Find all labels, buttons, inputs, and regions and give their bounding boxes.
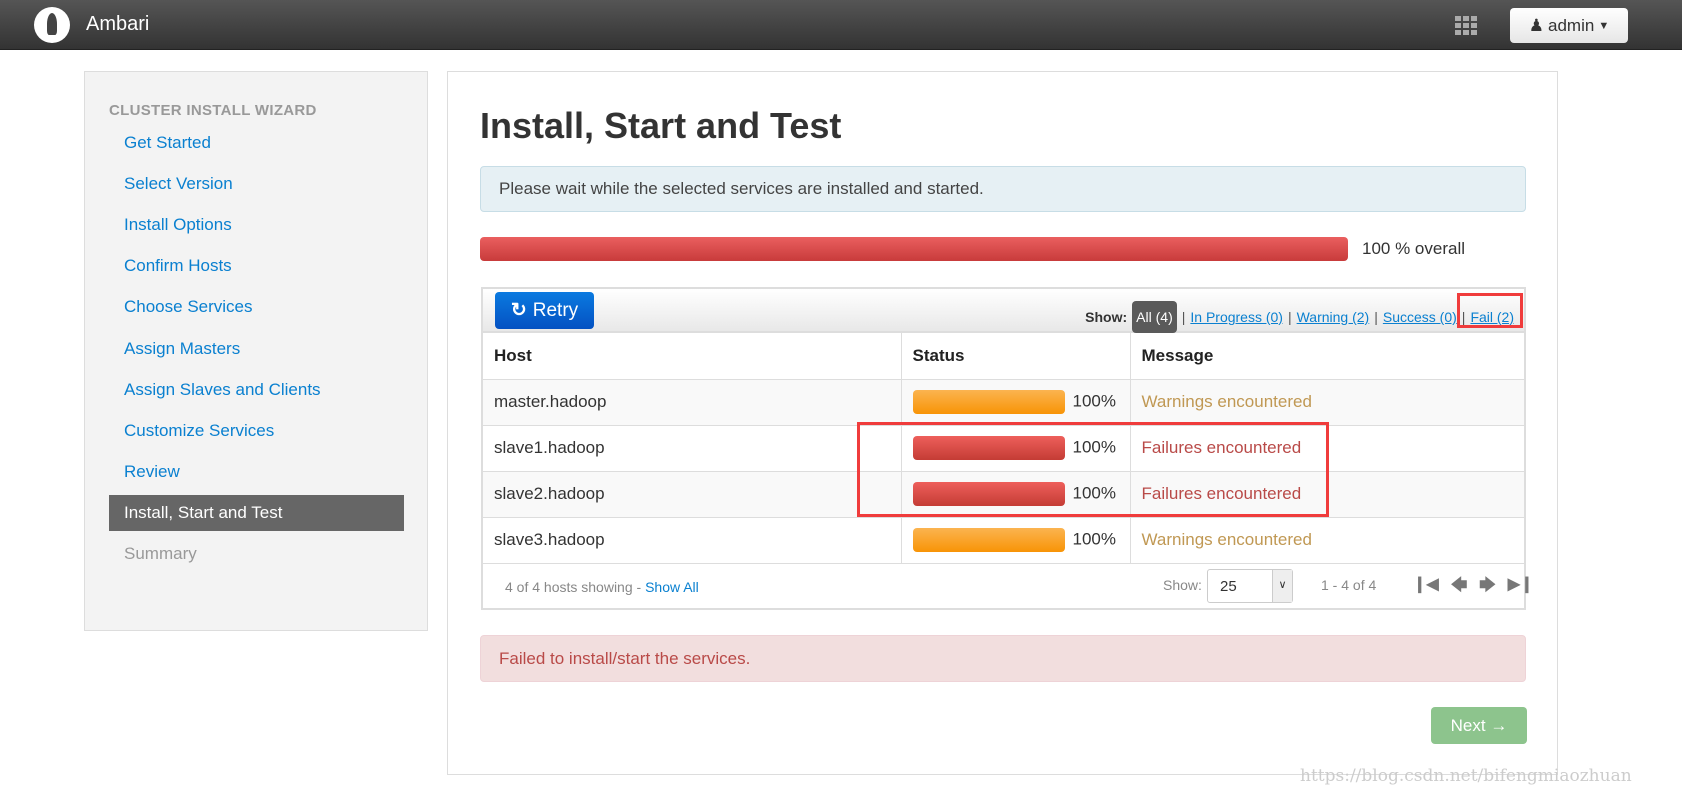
column-host[interactable]: Host bbox=[483, 333, 902, 380]
host-progress-text: 100% bbox=[1072, 529, 1116, 549]
sidebar-item-confirm-hosts[interactable]: Confirm Hosts bbox=[109, 248, 404, 284]
sidebar-item-review[interactable]: Review bbox=[109, 454, 404, 490]
page-size-select[interactable]: 25 ∨ bbox=[1207, 569, 1293, 603]
table-toolbar: ↻ Retry Show: All (4) | In Progress (0) … bbox=[483, 289, 1524, 333]
host-name[interactable]: slave3.hadoop bbox=[483, 517, 902, 564]
host-progress-bar bbox=[912, 390, 1065, 414]
watermark: https://blog.csdn.net/bifengmiaozhuan bbox=[1300, 766, 1632, 786]
page-title: Install, Start and Test bbox=[480, 105, 842, 146]
host-name[interactable]: slave2.hadoop bbox=[483, 471, 902, 518]
sidebar-item-summary: Summary bbox=[124, 544, 197, 563]
pager: ❙◀ 🡄 🡆 ▶❙ bbox=[1413, 574, 1534, 601]
sidebar-item-select-version[interactable]: Select Version bbox=[109, 166, 404, 202]
overall-progress-label: 100 % overall bbox=[1362, 239, 1466, 258]
overall-progress-bar bbox=[480, 237, 1348, 261]
user-icon: ♟ bbox=[1528, 15, 1545, 35]
caret-down-icon: ▼ bbox=[1598, 19, 1610, 32]
filter-success[interactable]: Success (0) bbox=[1383, 309, 1457, 325]
column-message[interactable]: Message bbox=[1130, 333, 1524, 380]
user-menu-button[interactable]: ♟ admin ▼ bbox=[1510, 8, 1628, 43]
top-navbar: Ambari ♟ admin ▼ bbox=[0, 0, 1682, 50]
separator: | bbox=[1287, 309, 1292, 325]
status-filters: Show: All (4) | In Progress (0) | Warnin… bbox=[1085, 301, 1514, 333]
first-page-icon[interactable]: ❙◀ bbox=[1413, 574, 1439, 601]
hosts-showing-text: 4 of 4 hosts showing - bbox=[505, 579, 646, 595]
show-all-link[interactable]: Show All bbox=[645, 579, 699, 595]
filter-in-progress[interactable]: In Progress (0) bbox=[1190, 309, 1283, 325]
brand-name[interactable]: Ambari bbox=[86, 13, 149, 36]
sidebar-item-assign-slaves-and-clients[interactable]: Assign Slaves and Clients bbox=[109, 372, 404, 408]
ambari-logo-icon[interactable] bbox=[34, 7, 70, 43]
sidebar-item-get-started[interactable]: Get Started bbox=[109, 125, 404, 161]
host-name[interactable]: master.hadoop bbox=[483, 379, 902, 426]
separator: | bbox=[1374, 309, 1378, 325]
sidebar-heading: CLUSTER INSTALL WIZARD bbox=[109, 102, 317, 119]
sidebar-item-assign-masters[interactable]: Assign Masters bbox=[109, 331, 404, 367]
column-status[interactable]: Status bbox=[901, 333, 1131, 380]
annotation-box-failed-rows bbox=[857, 422, 1329, 517]
table-row: slave3.hadoop 100% Warnings encountered bbox=[483, 517, 1524, 564]
next-button[interactable]: Next → bbox=[1431, 707, 1527, 744]
host-message[interactable]: Warnings encountered bbox=[1130, 517, 1524, 564]
annotation-box-fail-filter bbox=[1457, 293, 1523, 328]
apps-grid-icon[interactable] bbox=[1455, 16, 1477, 35]
filter-all[interactable]: All (4) bbox=[1132, 301, 1177, 333]
wizard-sidebar: CLUSTER INSTALL WIZARD Get Started Select… bbox=[84, 71, 428, 631]
sidebar-item-install-options[interactable]: Install Options bbox=[109, 207, 404, 243]
filter-warning[interactable]: Warning (2) bbox=[1297, 309, 1370, 325]
host-message[interactable]: Warnings encountered bbox=[1130, 379, 1524, 426]
retry-button[interactable]: ↻ Retry bbox=[495, 292, 594, 329]
page-size-value: 25 bbox=[1220, 578, 1237, 595]
separator: | bbox=[1181, 309, 1186, 325]
error-alert: Failed to install/start the services. bbox=[480, 635, 1526, 682]
table-row: master.hadoop 100% Warnings encountered bbox=[483, 379, 1524, 426]
host-progress-text: 100% bbox=[1072, 391, 1116, 411]
host-status: 100% bbox=[901, 517, 1131, 564]
last-page-icon[interactable]: ▶❙ bbox=[1508, 574, 1534, 601]
chevron-down-icon: ∨ bbox=[1272, 570, 1292, 602]
sidebar-item-customize-services[interactable]: Customize Services bbox=[109, 413, 404, 449]
info-alert: Please wait while the selected services … bbox=[480, 166, 1526, 212]
previous-page-icon[interactable]: 🡄 bbox=[1451, 574, 1468, 601]
refresh-icon: ↻ bbox=[510, 300, 527, 321]
sidebar-item-choose-services[interactable]: Choose Services bbox=[109, 289, 404, 325]
next-page-icon[interactable]: 🡆 bbox=[1479, 574, 1496, 601]
retry-label: Retry bbox=[532, 299, 579, 321]
pagination-range: 1 - 4 of 4 bbox=[1321, 577, 1377, 593]
host-name[interactable]: slave1.hadoop bbox=[483, 425, 902, 472]
host-status: 100% bbox=[901, 379, 1131, 426]
host-progress-bar bbox=[912, 528, 1065, 552]
page-size-label: Show: bbox=[1163, 577, 1202, 593]
sidebar-item-install-start-and-test[interactable]: Install, Start and Test bbox=[109, 494, 404, 531]
table-footer: 4 of 4 hosts showing - Show All Show: 25… bbox=[483, 565, 1534, 608]
user-name: admin bbox=[1548, 15, 1595, 35]
show-label: Show: bbox=[1085, 309, 1128, 325]
